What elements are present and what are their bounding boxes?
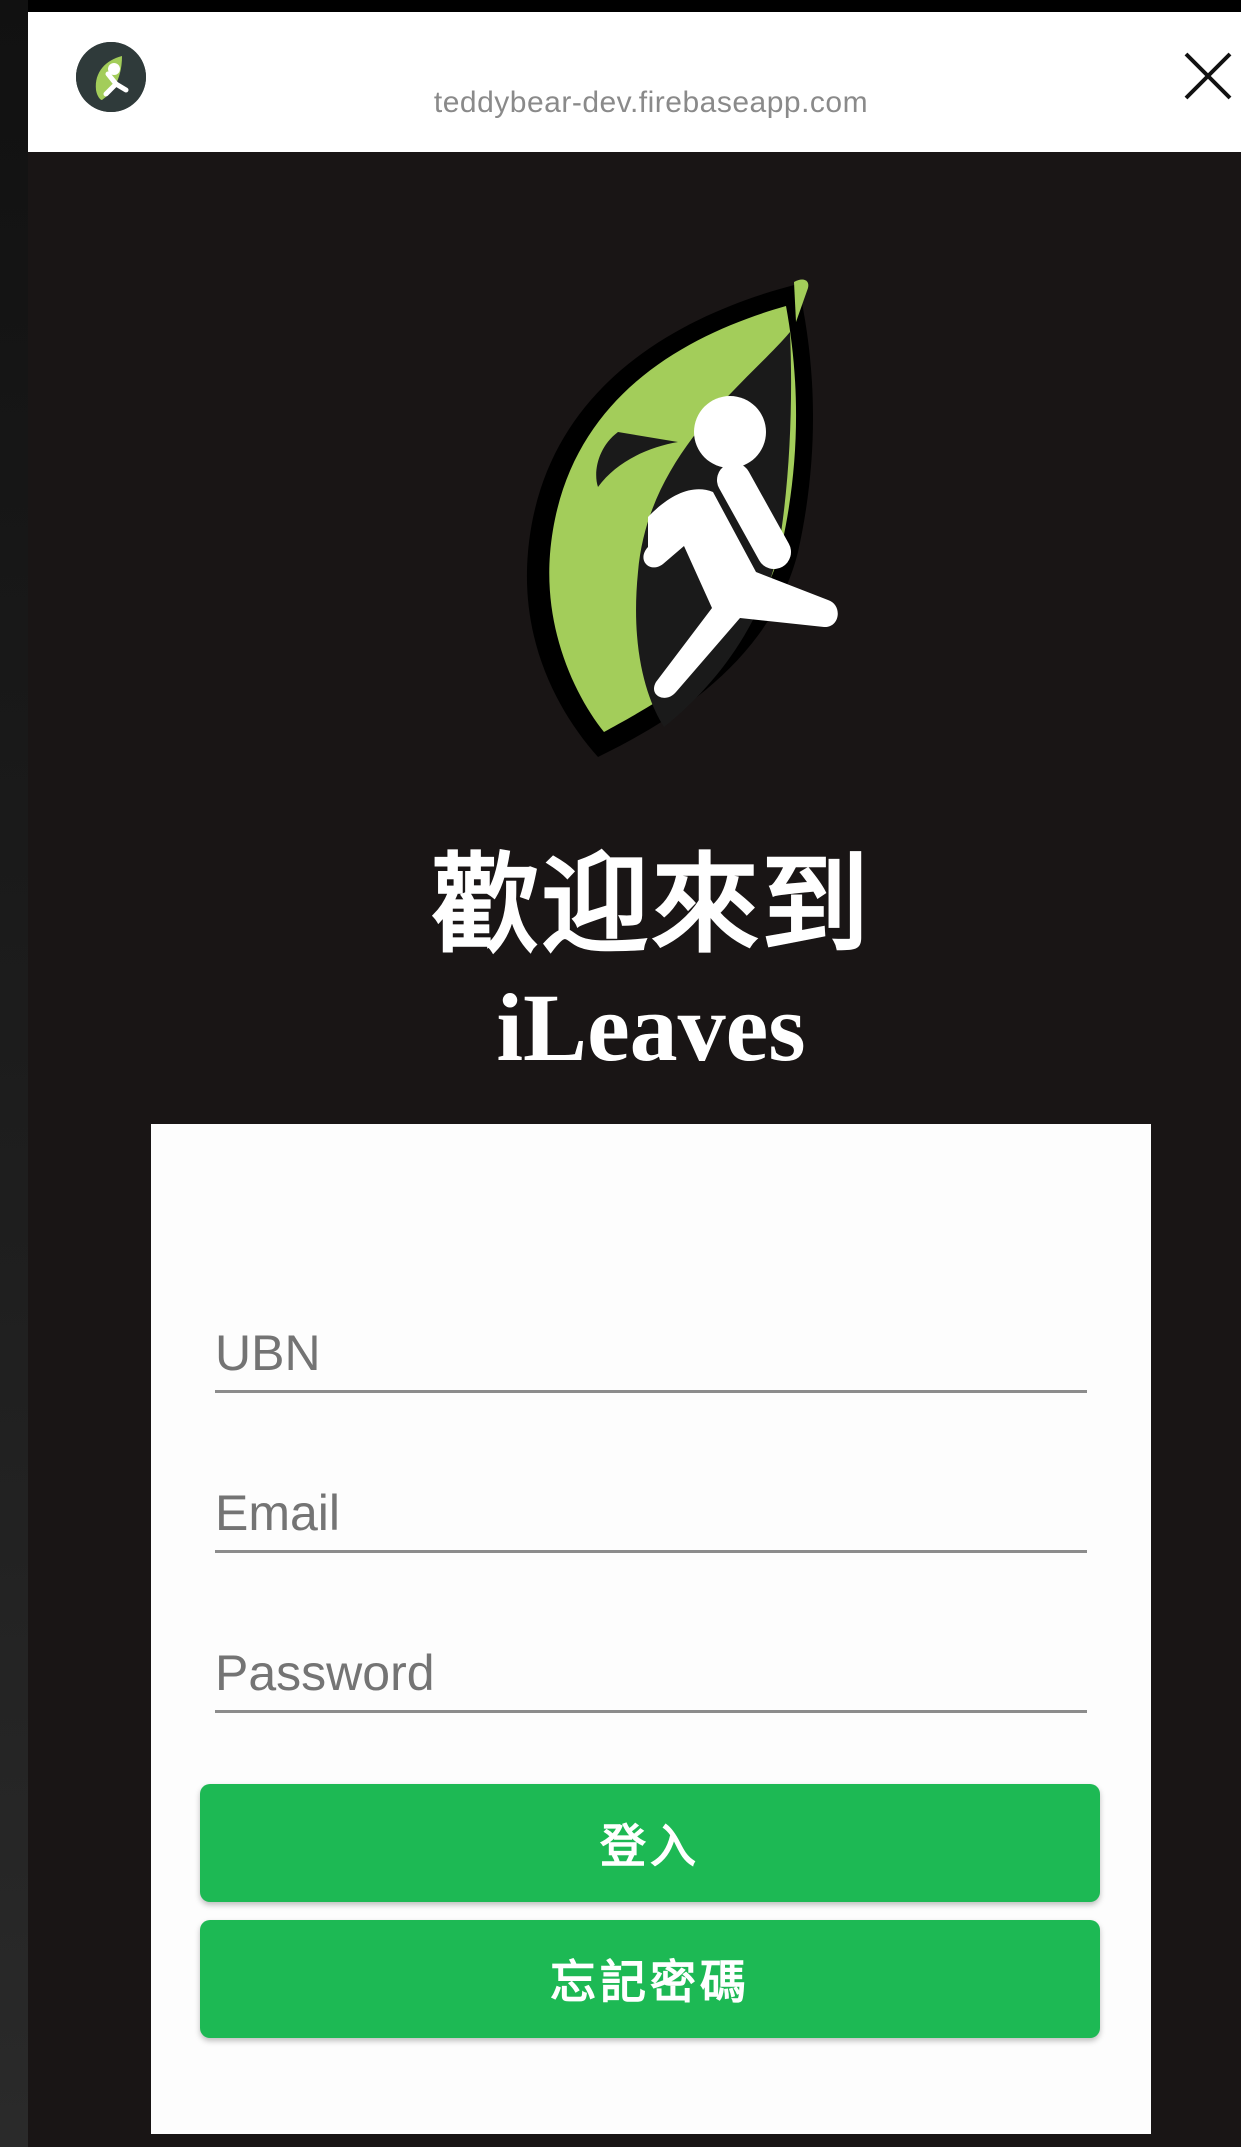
ubn-field[interactable]	[215, 1290, 1087, 1393]
browser-header: teddybear-dev.firebaseapp.com	[28, 12, 1241, 152]
url-text: teddybear-dev.firebaseapp.com	[433, 86, 869, 119]
password-input[interactable]	[215, 1644, 1087, 1702]
close-icon	[1184, 52, 1232, 100]
login-sheet: teddybear-dev.firebaseapp.com 歡迎來到 iLeav…	[28, 12, 1241, 2147]
welcome-heading: 歡迎來到	[430, 843, 871, 968]
ubn-input[interactable]	[215, 1324, 1087, 1382]
login-card: 登入 忘記密碼	[151, 1124, 1151, 2134]
login-button-label: 登入	[600, 1819, 700, 1873]
password-field[interactable]	[215, 1610, 1087, 1713]
forgot-password-button[interactable]: 忘記密碼	[200, 1920, 1100, 2038]
forgot-password-label: 忘記密碼	[550, 1955, 750, 2009]
login-button[interactable]: 登入	[200, 1784, 1100, 1902]
ileaves-leaf-logo	[498, 272, 898, 772]
email-field[interactable]	[215, 1450, 1087, 1553]
background-strip	[0, 0, 28, 2147]
top-edge	[0, 0, 1241, 12]
brand-title: iLeaves	[496, 974, 806, 1081]
close-button[interactable]	[1178, 46, 1238, 106]
email-input[interactable]	[215, 1484, 1087, 1542]
